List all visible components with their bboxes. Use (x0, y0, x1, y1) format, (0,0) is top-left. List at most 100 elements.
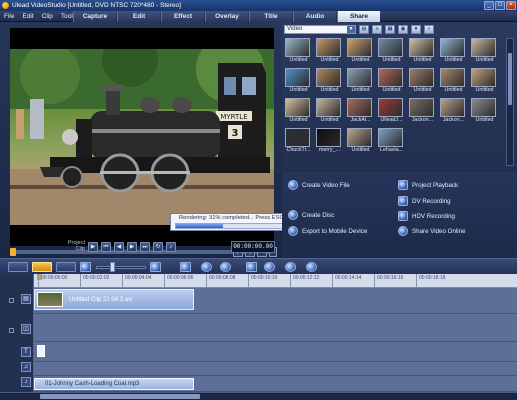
zoom-out-icon[interactable] (80, 262, 91, 272)
tab-audio[interactable]: Audio (293, 11, 336, 22)
storyboard-view-button[interactable] (8, 262, 28, 272)
tab-overlay[interactable]: Overlay (205, 11, 248, 22)
library-thumbnail[interactable]: Untitled (285, 98, 312, 126)
next-frame-button[interactable]: ▶ (127, 242, 137, 252)
dv-recording-button[interactable]: DV Recording (398, 196, 451, 206)
clip-label[interactable]: Clip (60, 246, 85, 252)
library-thumbnail[interactable]: Untitled (316, 38, 343, 66)
ruler-tick: 00:00:18:18 (416, 274, 445, 287)
lock-icon[interactable] (9, 298, 14, 303)
minimize-button[interactable]: _ (484, 1, 494, 10)
open-folder-icon[interactable]: ▤ (359, 25, 369, 34)
library-thumbnail[interactable]: Untitled (440, 38, 467, 66)
tab-title[interactable]: Title (249, 11, 292, 22)
library-thumbnail[interactable]: Untitled (471, 98, 498, 126)
audio-clip[interactable]: 01-Johnny Cash-Loading Coal.mp3 (34, 378, 194, 390)
thumbnail-caption: Untitled (382, 57, 401, 63)
library-thumbnail[interactable]: UlleadJ... (378, 98, 405, 126)
share-video-online-button[interactable]: Share Video Online (398, 226, 466, 236)
close-button[interactable]: × (506, 1, 516, 10)
previous-frame-button[interactable]: ◀ (114, 242, 124, 252)
timecode-display[interactable]: 00:00:00.00 (231, 241, 275, 253)
library-thumbnail[interactable]: ChuckTr... (285, 128, 312, 156)
fit-project-icon[interactable] (180, 262, 191, 272)
project-clip-switch[interactable]: Project Clip (60, 240, 85, 252)
video-clip[interactable]: Untitled Clip 21 04 3.avi (34, 289, 194, 310)
tab-edit[interactable]: Edit (117, 11, 160, 22)
library-thumbnail[interactable]: Lehavia... (378, 128, 405, 156)
zoom-in-icon[interactable] (150, 262, 161, 272)
library-thumbnail[interactable]: Untitled (316, 68, 343, 96)
undo-icon[interactable] (201, 262, 212, 272)
export-mobile-label: Export to Mobile Device (302, 227, 368, 235)
create-disc-label: Create Disc (302, 211, 335, 219)
music-track[interactable]: 01-Johnny Cash-Loading Coal.mp3 (34, 376, 517, 392)
library-scroll-thumb[interactable] (508, 53, 512, 105)
locomotive-number-plate: 3 (232, 128, 239, 139)
title-clip[interactable] (37, 345, 45, 357)
library-thumbnail[interactable]: Untitled (440, 68, 467, 96)
library-scrollbar[interactable] (506, 38, 514, 166)
title-track-icon: T (21, 347, 31, 357)
timeline-scroll-thumb[interactable] (40, 394, 200, 399)
maximize-button[interactable]: □ (495, 1, 505, 10)
project-playback-button[interactable]: Project Playback (398, 180, 458, 190)
volume-button[interactable]: ♪ (166, 242, 176, 252)
library-thumbnail[interactable]: Untitled (471, 68, 498, 96)
tab-effect[interactable]: Effect (161, 11, 204, 22)
timeline-view-button[interactable] (32, 262, 52, 272)
library-thumbnail[interactable]: Untitled (347, 68, 374, 96)
library-thumbnail[interactable]: Untitled (409, 38, 436, 66)
library-thumbnails: Untitled Untitled Untitled Untitled Untitled… (285, 38, 503, 156)
library-thumbnail[interactable]: merry_... (316, 128, 343, 156)
library-thumbnail[interactable]: Jackon... (409, 98, 436, 126)
library-thumbnail[interactable]: Jackon... (440, 98, 467, 126)
library-manager-icon[interactable]: ◉ (398, 25, 408, 34)
create-video-file-button[interactable]: Create Video File (288, 180, 350, 190)
thumbnail-image (378, 38, 403, 57)
expand-icon[interactable]: » (424, 25, 434, 34)
library-category-dropdown[interactable]: Video ▼ (284, 25, 356, 34)
chapter-point-icon[interactable] (306, 262, 317, 272)
end-button[interactable]: ⏭ (140, 242, 150, 252)
timeline-scrollbar[interactable] (0, 392, 517, 400)
menu-clip[interactable]: Clip (38, 13, 57, 20)
redo-icon[interactable] (220, 262, 231, 272)
library-thumbnail[interactable]: Untitled (347, 38, 374, 66)
library-thumbnail[interactable]: JackAl... (347, 98, 374, 126)
library-thumbnail[interactable]: Untitled (316, 98, 343, 126)
overlay-track[interactable] (34, 314, 517, 342)
enable-5-1-surround-icon[interactable] (264, 262, 275, 272)
view-options-icon[interactable]: ▦ (385, 25, 395, 34)
hdv-recording-button[interactable]: HDV Recording (398, 211, 455, 221)
video-track[interactable]: Untitled Clip 21 04 3.avi (34, 288, 517, 314)
home-button[interactable]: ⏮ (101, 242, 111, 252)
sort-icon[interactable]: ≡ (372, 25, 382, 34)
ruler-tick-label: 00:00:00:00 (41, 275, 68, 281)
menu-file[interactable]: File (0, 13, 18, 20)
lock-icon[interactable] (9, 328, 14, 333)
timeline-ruler[interactable]: 00:00:00:00 00:00:02:02 00:00:04:04 00:00:0… (34, 274, 517, 288)
library-thumbnail[interactable]: Untitled (378, 38, 405, 66)
menu-edit[interactable]: Edit (18, 13, 37, 20)
tab-capture[interactable]: Capture (73, 11, 116, 22)
library-thumbnail[interactable]: Untitled (285, 68, 312, 96)
audio-view-button[interactable] (56, 262, 76, 272)
library-thumbnail[interactable]: Untitled (378, 68, 405, 96)
zoom-slider-handle[interactable] (110, 262, 115, 272)
library-thumbnail[interactable]: Untitled (285, 38, 312, 66)
smart-proxy-icon[interactable] (246, 262, 257, 272)
track-manager-icon[interactable] (285, 262, 296, 272)
export-mobile-button[interactable]: Export to Mobile Device (288, 226, 367, 236)
repeat-button[interactable]: ↻ (153, 242, 163, 252)
library-thumbnail[interactable]: Untitled (409, 68, 436, 96)
zoom-slider[interactable] (96, 266, 146, 269)
create-disc-button[interactable]: Create Disc (288, 210, 334, 220)
tab-share[interactable]: Share (337, 11, 380, 22)
title-track[interactable] (34, 342, 517, 362)
play-button[interactable]: ▶ (88, 242, 98, 252)
library-thumbnail[interactable]: Untitled (347, 128, 374, 156)
voice-track[interactable] (34, 362, 517, 376)
options-icon[interactable]: ▾ (411, 25, 421, 34)
library-thumbnail[interactable]: Untitled (471, 38, 498, 66)
